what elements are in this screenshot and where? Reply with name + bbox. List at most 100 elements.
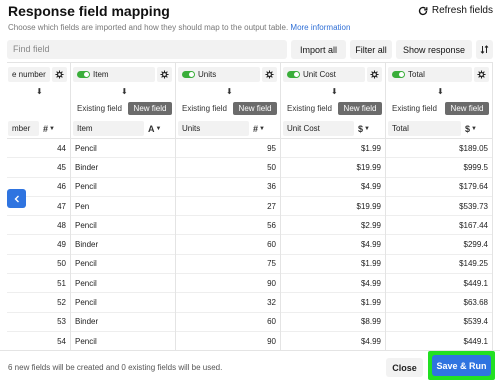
toggle-switch[interactable] — [392, 71, 405, 78]
field-toggle-chip[interactable]: Item — [73, 67, 155, 82]
table-cell: $4.99 — [281, 178, 385, 197]
refresh-fields-button[interactable]: Refresh fields — [418, 5, 493, 16]
table-cell: 49 — [7, 235, 70, 255]
toolbar: Find field Import all Filter all Show re… — [7, 40, 493, 60]
field-toggle-chip[interactable]: Total — [388, 67, 472, 82]
table-cell: Pencil — [71, 332, 175, 350]
field-type-selector[interactable]: A ▼ — [148, 121, 161, 136]
table-cell: Binder — [71, 313, 175, 332]
existing-field-label[interactable]: Existing field — [392, 104, 437, 113]
toggle-switch[interactable] — [182, 71, 195, 78]
existing-field-label[interactable]: Existing field — [77, 104, 122, 113]
gear-icon — [265, 70, 274, 79]
table-cell: 45 — [7, 158, 70, 178]
refresh-fields-label: Refresh fields — [431, 5, 493, 16]
close-button[interactable]: Close — [386, 358, 423, 377]
dialog-title: Response field mapping — [8, 3, 170, 19]
new-field-button[interactable]: New field — [338, 102, 382, 115]
new-field-button[interactable]: New field — [233, 102, 277, 115]
find-field-input[interactable]: Find field — [7, 40, 287, 59]
field-settings-button[interactable] — [262, 67, 277, 82]
output-field-name[interactable]: mber — [8, 121, 39, 136]
existing-field-label[interactable]: Existing field — [287, 104, 332, 113]
field-name: e number — [12, 70, 46, 79]
table-cell: $1.99 — [281, 255, 385, 275]
field-settings-button[interactable] — [367, 67, 382, 82]
subtitle-text: Choose which fields are imported and how… — [8, 23, 289, 32]
table-cell: $1.99 — [281, 139, 385, 159]
table-cell: 50 — [7, 255, 70, 275]
field-type-selector[interactable]: # ▼ — [43, 121, 55, 136]
gear-icon — [370, 70, 379, 79]
sort-button[interactable] — [476, 40, 493, 59]
table-cell: 56 — [176, 216, 280, 236]
column-header: Unit Cost ⬇ Existing field New field Unit Co… — [281, 63, 385, 139]
table-cell: 50 — [176, 158, 280, 178]
toggle-switch[interactable] — [287, 71, 300, 78]
field-type-symbol: $ — [358, 123, 364, 134]
save-run-button[interactable]: Save & Run — [432, 355, 491, 376]
table-cell: $19.99 — [281, 158, 385, 178]
save-run-highlight: Save & Run — [428, 351, 495, 380]
table-cell: Pencil — [71, 293, 175, 313]
table-cell: $1.99 — [281, 293, 385, 313]
table-cell: $539.73 — [386, 197, 492, 217]
import-all-button[interactable]: Import all — [291, 40, 346, 59]
field-toggle-chip[interactable]: Units — [178, 67, 260, 82]
column-header: Item ⬇ Existing field New field Item A ▼ — [71, 63, 175, 139]
field-mapping-grid: e number ⬇ mber # ▼ 44 45 46 47 48 49 50 51 52 53 54 Ite… — [7, 62, 493, 350]
sort-icon — [480, 45, 489, 54]
new-field-button[interactable]: New field — [128, 102, 172, 115]
field-settings-button[interactable] — [157, 67, 172, 82]
field-type-selector[interactable]: # ▼ — [253, 121, 265, 136]
chevron-left-icon — [14, 195, 19, 202]
table-cell: $19.99 — [281, 197, 385, 217]
chevron-down-icon: ▼ — [471, 125, 477, 132]
table-cell: Pencil — [71, 274, 175, 294]
scroll-left-button[interactable] — [7, 189, 26, 208]
column-5: Total ⬇ Existing field New field Total $ ▼ $189… — [386, 63, 493, 350]
field-type-selector[interactable]: $ ▼ — [465, 121, 477, 136]
output-field-name[interactable]: Total — [388, 121, 461, 136]
output-field-name[interactable]: Units — [178, 121, 249, 136]
table-cell: 60 — [176, 313, 280, 332]
summary-text: 6 new fields will be created and 0 exist… — [8, 363, 223, 372]
more-information-link[interactable]: More information — [290, 23, 350, 32]
column-4: Unit Cost ⬇ Existing field New field Unit Co… — [281, 63, 386, 350]
output-field-name[interactable]: Item — [73, 121, 144, 136]
field-settings-button[interactable] — [52, 67, 67, 82]
field-type-selector[interactable]: $ ▼ — [358, 121, 370, 136]
table-cell: $149.25 — [386, 255, 492, 275]
column-values: $189.05 $999.5 $179.64 $539.73 $167.44 $299.4… — [386, 139, 492, 350]
gear-icon — [55, 70, 64, 79]
output-field-name[interactable]: Unit Cost — [283, 121, 354, 136]
toggle-switch[interactable] — [77, 71, 90, 78]
column-values: Pencil Binder Pencil Pen Pencil Binder Pencil P… — [71, 139, 175, 350]
table-cell: $179.64 — [386, 178, 492, 197]
table-cell: $167.44 — [386, 216, 492, 236]
column-header: Units ⬇ Existing field New field Units # ▼ — [176, 63, 280, 139]
field-toggle-chip[interactable]: e number — [8, 67, 50, 82]
table-cell: 27 — [176, 197, 280, 217]
column-3: Units ⬇ Existing field New field Units # ▼ 95 50… — [176, 63, 281, 350]
dialog-subtitle: Choose which fields are imported and how… — [8, 23, 350, 32]
field-settings-button[interactable] — [474, 67, 489, 82]
table-cell: 75 — [176, 255, 280, 275]
chevron-down-icon: ▼ — [155, 125, 162, 132]
show-response-button[interactable]: Show response — [396, 40, 472, 59]
field-toggle-chip[interactable]: Unit Cost — [283, 67, 365, 82]
chevron-down-icon: ▼ — [49, 125, 55, 132]
table-cell: $449.1 — [386, 274, 492, 294]
filter-all-button[interactable]: Filter all — [350, 40, 392, 59]
table-cell: Binder — [71, 235, 175, 255]
table-cell: Pencil — [71, 255, 175, 275]
table-cell: 60 — [176, 235, 280, 255]
table-cell: 48 — [7, 216, 70, 236]
gear-icon — [477, 70, 486, 79]
chevron-down-icon: ▼ — [364, 125, 370, 132]
table-cell: $189.05 — [386, 139, 492, 159]
existing-field-label[interactable]: Existing field — [182, 104, 227, 113]
arrow-down-icon: ⬇ — [331, 87, 338, 96]
new-field-button[interactable]: New field — [445, 102, 489, 115]
table-cell: $999.5 — [386, 158, 492, 178]
